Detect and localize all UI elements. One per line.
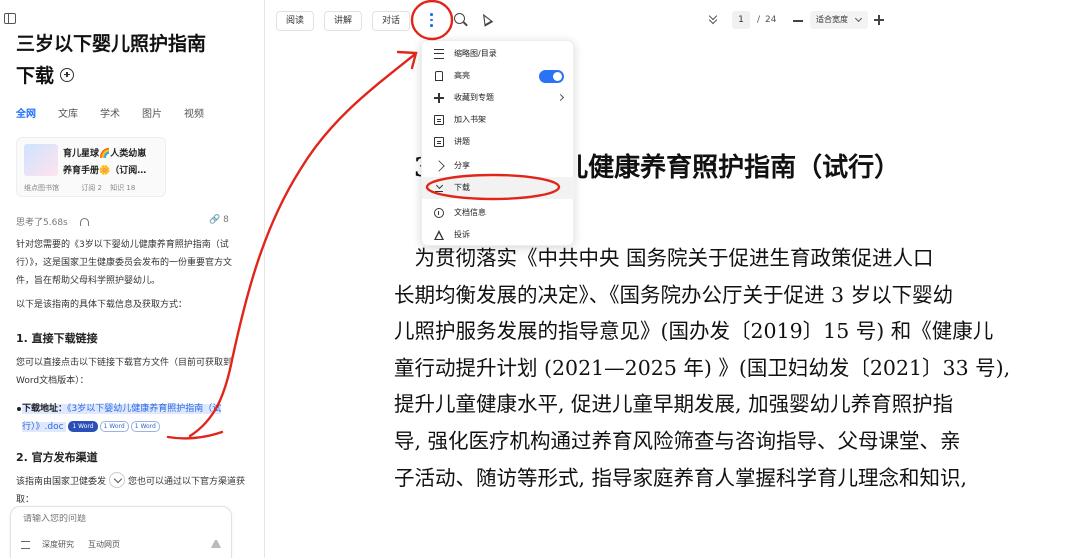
read-button[interactable]: 阅读 [276,11,315,31]
document-line: 童行动提升计划 (2021—2025 年) 》(国卫妇幼发〔2021〕33 号)… [394,355,1011,380]
download-icon [434,183,444,193]
card-knowledge: 知识 18 [110,184,136,192]
word-tag[interactable]: 1 Word [99,421,129,432]
more-options-menu: 缩略图/目录 高亮 收藏到专题 加入书架 讲题 分享 下载 文档信息 投诉 [421,40,575,246]
send-icon[interactable] [211,538,221,548]
section2-text-a: 该指南由国家卫健委发 [16,477,107,487]
menu-item-download[interactable]: 下载 [422,177,575,199]
bookshelf-icon [434,115,444,125]
expand-chevron-icon[interactable] [109,472,126,488]
viewer-toolbar: 阅读 讲解 对话 1 / 24 适合宽度 [266,0,1080,40]
tab-images[interactable]: 图片 [142,105,162,120]
download-label: 下载地址： [22,404,68,414]
menu-item-share[interactable]: 分享 [422,155,575,177]
section-direct-download: 1. 直接下载链接 [16,332,98,345]
page-total: 24 [765,15,777,25]
document-viewer: 阅读 讲解 对话 1 / 24 适合宽度 3岁以下婴幼儿健康养育照护指南（试行）… [266,0,1080,558]
tab-academic[interactable]: 学术 [100,105,120,120]
document-line: 导, 强化医疗机构通过养育风险筛查与咨询指导、父母课堂、亲 [394,428,961,453]
highlight-toggle[interactable] [539,70,564,83]
section1-text: 您可以直接点击以下链接下载官方文件（目前可获取到Word文档版本）： [16,358,233,386]
document-line: 长期均衡发展的决定》、《国务院办公厅关于促进 3 岁以下婴幼 [394,282,954,307]
page-separator: / [757,15,761,25]
plus-icon [434,93,444,103]
question-input[interactable] [23,514,213,524]
document-line: 儿照护服务发展的指导意见》(国办发〔2019〕15 号) 和《健康儿 [394,319,994,344]
section2-text: 该指南由国家卫健委发 您也可以通过以下官方渠道获取： [16,472,248,509]
list-icon [434,49,444,59]
think-time[interactable]: 思考了5.68s [16,215,89,228]
interactive-web-toggle[interactable]: 互动网页 [88,539,120,550]
card-title-line1: 育儿星球🌈人类幼崽 [63,149,147,159]
card-thumbnail [24,144,58,176]
chat-input-box: 深度研究 互动网页 [10,506,232,558]
menu-item-report[interactable]: 投诉 [422,224,575,246]
download-bullet: 下载地址：《3岁以下婴幼儿健康养育照护指南（试行）》.doc 1 Word 1 W… [17,400,247,436]
chat-title: 三岁以下婴儿照护指南 下载 [16,28,246,92]
zoom-in-icon[interactable] [874,15,884,25]
menu-item-doc-info[interactable]: 文档信息 [422,202,575,224]
menu-item-label: 加入书架 [454,115,486,124]
settings-slider-icon[interactable] [21,540,30,549]
word-tag[interactable]: 1 Word [68,421,98,432]
card-title-line2: 养育手册🌼（订阅… [63,166,147,176]
tab-videos[interactable]: 视频 [184,105,204,120]
menu-item-lecture[interactable]: 讲题 [422,131,575,153]
search-icon[interactable] [454,13,465,24]
menu-item-label: 缩略图/目录 [454,49,497,58]
card-meta: 维点图书馆 订阅 2 知识 18 [24,183,141,193]
chat-title-line2: 下载 [16,65,55,87]
word-tag[interactable]: 1 Word [130,421,160,432]
double-chevron-down-icon[interactable] [708,12,718,26]
warning-icon [434,230,444,240]
explain-button[interactable]: 讲解 [324,11,363,31]
card-source: 维点图书馆 [24,184,59,192]
card-subs: 订阅 2 [81,184,102,192]
document-line: 提升儿童健康水平, 促进儿童早期发展, 加强婴幼儿养育照护指 [394,392,954,417]
menu-item-label: 分享 [454,161,470,170]
cursor-select-icon[interactable] [478,11,494,27]
menu-item-add-to-topic[interactable]: 收藏到专题 [422,87,575,109]
chat-title-line1: 三岁以下婴儿照护指南 [16,33,207,55]
section-official-channel: 2. 官方发布渠道 [16,451,98,464]
bullet-dot [17,407,21,411]
source-card[interactable]: 育儿星球🌈人类幼崽 养育手册🌼（订阅… 维点图书馆 订阅 2 知识 18 [16,137,166,197]
info-icon [434,208,444,218]
menu-item-label: 文档信息 [454,208,486,217]
menu-item-label: 高亮 [454,71,470,80]
document-body: 为贯彻落实《中共中央 国务院关于促进生育政策促进人口 长期均衡发展的决定》、《国… [394,240,1074,496]
sidebar-toggle-icon[interactable] [4,13,16,24]
menu-item-label: 投诉 [454,230,470,239]
reference-count[interactable]: 🔗 8 [209,215,229,225]
tab-library[interactable]: 文库 [58,105,78,120]
search-scope-tabs: 全网 文库 学术 图片 视频 [16,105,226,120]
add-circle-icon[interactable] [60,67,75,82]
zoom-out-icon[interactable] [793,20,803,22]
chevron-right-icon [556,93,565,102]
document-icon [434,137,444,147]
highlighter-icon [435,71,443,81]
menu-item-label: 下载 [454,183,470,192]
menu-item-add-to-shelf[interactable]: 加入书架 [422,109,575,131]
dialog-button[interactable]: 对话 [372,11,411,31]
menu-item-thumbnail-toc[interactable]: 缩略图/目录 [422,43,575,65]
menu-item-label: 讲题 [454,137,470,146]
chat-panel: 三岁以下婴儿照护指南 下载 全网 文库 学术 图片 视频 育儿星球🌈人类幼崽 养… [0,0,265,558]
tab-all[interactable]: 全网 [16,105,36,120]
deep-research-toggle[interactable]: 深度研究 [42,539,74,550]
headphone-icon[interactable] [79,218,89,226]
answer-intro2: 以下是该指南的具体下载信息及获取方式： [16,300,188,310]
zoom-select[interactable]: 适合宽度 [810,11,868,29]
page-number-input[interactable]: 1 [732,11,750,29]
menu-item-label: 收藏到专题 [454,93,494,102]
think-time-label: 思考了5.68s [16,218,68,228]
answer-intro: 针对您需要的《3岁以下婴幼儿健康养育照护指南（试行）》，这是国家卫生健康委员会发… [16,240,233,286]
menu-item-highlight[interactable]: 高亮 [422,65,575,87]
input-tools: 深度研究 互动网页 [21,539,134,550]
share-icon [433,160,445,172]
more-vertical-icon[interactable] [426,12,436,28]
document-line: 子活动、随访等形式, 指导家庭养育人掌握科学育儿理念和知识, [394,465,968,490]
